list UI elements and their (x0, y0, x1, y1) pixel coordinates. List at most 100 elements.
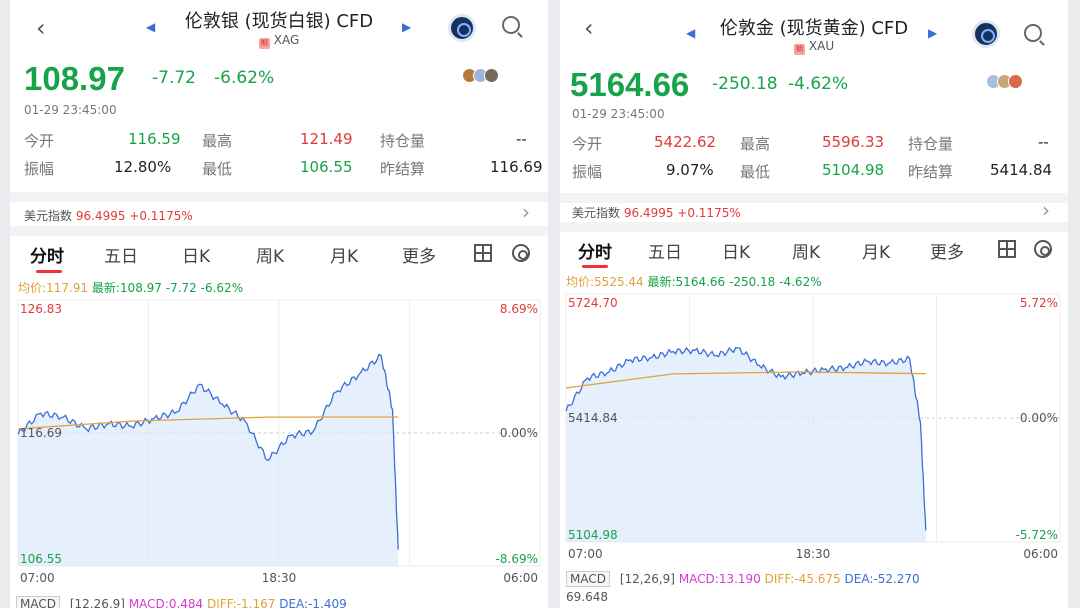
active-tab-indicator (582, 265, 608, 268)
active-tab-indicator (36, 270, 62, 273)
y-axis-bottom: 106.55 (20, 552, 62, 566)
macd-selector-button[interactable]: MACD (566, 571, 610, 587)
diff-value: DIFF:-1.167 (207, 597, 276, 608)
x-axis-end: 06:00 (1023, 547, 1058, 561)
chevron-right-icon[interactable]: › (1042, 198, 1050, 222)
pct-axis-top: 5.72% (1020, 296, 1058, 310)
followers-avatars[interactable] (462, 68, 499, 87)
latest-change-label: -7.72 (165, 281, 197, 295)
low-label: 最低 (740, 163, 771, 181)
low-value: 106.55 (300, 158, 353, 176)
amplitude-value: 12.80% (114, 158, 172, 176)
avg-price-label: 均价:5525.44 (566, 275, 644, 289)
gold-quote-panel: ‹ ◀ 伦敦金 (现货黄金) CFD 期 XAU ▶ 5164.66 -250.1… (560, 0, 1068, 608)
silver-intraday-chart[interactable]: 126.83 116.69 106.55 8.69% 0.00% -8.69% 07:00 1… (10, 296, 548, 588)
low-value: 5104.98 (822, 161, 885, 179)
usd-index[interactable]: 美元指数 96.4995 +0.1175% (24, 207, 193, 224)
chart-legend: 均价:5525.44 最新:5164.66 -250.18 -4.62% (566, 273, 822, 290)
tab-weekly[interactable]: 周K (792, 238, 820, 263)
futures-tag: 期 (258, 38, 270, 49)
app-logo-icon[interactable] (972, 20, 1000, 48)
last-price: 5164.66 (570, 66, 690, 103)
high-label: 最高 (202, 132, 233, 150)
next-instrument-icon[interactable]: ▶ (402, 20, 411, 34)
tab-daily[interactable]: 日K (182, 242, 210, 267)
chart-legend: 均价:117.91 最新:108.97 -7.72 -6.62% (18, 279, 243, 296)
dea-value: DEA:-1.409 (279, 597, 347, 608)
chevron-right-icon[interactable]: › (522, 200, 530, 224)
high-value: 5596.33 (822, 133, 885, 151)
prev-settle-label: 昨结算 (380, 160, 426, 178)
divider (10, 226, 548, 236)
search-icon[interactable] (1024, 24, 1042, 42)
silver-quote-panel: ‹ ◀ 伦敦银 (现货白银) CFD 期 XAG ▶ 108.97 -7.72 -… (10, 0, 548, 608)
macd-value: MACD:13.190 (678, 572, 761, 586)
open-value: 5422.62 (654, 133, 717, 151)
tab-weekly[interactable]: 周K (256, 242, 284, 267)
layout-grid-icon[interactable] (474, 244, 492, 262)
x-axis-mid: 18:30 (262, 571, 297, 585)
latest-pct-label: -6.62% (200, 281, 244, 295)
macd-params: [12,26,9] (69, 597, 125, 608)
app-logo-icon[interactable] (448, 14, 476, 42)
price-change-pct: -6.62% (214, 68, 275, 88)
search-icon[interactable] (502, 16, 520, 34)
divider (10, 192, 548, 202)
usd-index-change: +0.1175% (129, 209, 193, 223)
tab-5day[interactable]: 五日 (104, 242, 138, 267)
macd-selector-button[interactable]: MACD (16, 596, 60, 608)
usd-index[interactable]: 美元指数 96.4995 +0.1175% (572, 204, 741, 221)
open-label: 今开 (24, 132, 55, 150)
settings-icon[interactable] (512, 244, 530, 262)
oi-value: -- (1038, 133, 1049, 151)
macd-value: MACD:0.484 (128, 597, 204, 608)
latest-price-label: 最新:5164.66 (647, 275, 726, 289)
pct-axis-bottom: -8.69% (496, 552, 538, 566)
tab-daily[interactable]: 日K (722, 238, 750, 263)
dea-value: DEA:-52.270 (844, 572, 920, 586)
usd-index-change: +0.1175% (677, 206, 741, 220)
latest-pct-label: -4.62% (779, 275, 822, 289)
avatar (1008, 74, 1023, 89)
quote-time: 01-29 23:45:00 (572, 107, 665, 121)
tab-intraday[interactable]: 分时 (578, 238, 612, 263)
macd-indicator-bar: MACD [12,26,9] MACD:0.484 DIFF:-1.167 DE… (16, 596, 347, 608)
open-label: 今开 (572, 135, 603, 153)
tab-5day[interactable]: 五日 (648, 238, 682, 263)
price-change: -7.72 (152, 68, 196, 88)
tab-more[interactable]: 更多 (930, 238, 964, 263)
tab-intraday[interactable]: 分时 (30, 242, 64, 267)
y-axis-mid: 5414.84 (568, 411, 618, 425)
tab-more[interactable]: 更多 (402, 242, 436, 267)
x-axis-end: 06:00 (503, 571, 538, 585)
price-change: -250.18 (712, 74, 778, 94)
settings-icon[interactable] (1034, 240, 1052, 258)
x-axis-start: 07:00 (568, 547, 603, 561)
y-axis-top: 5724.70 (568, 296, 618, 310)
amplitude-value: 9.07% (666, 161, 714, 179)
low-label: 最低 (202, 160, 233, 178)
tab-monthly[interactable]: 月K (862, 238, 890, 263)
high-value: 121.49 (300, 130, 353, 148)
layout-grid-icon[interactable] (998, 240, 1016, 258)
macd-axis-value: 69.648 (566, 590, 608, 604)
pct-axis-bottom: -5.72% (1016, 528, 1058, 542)
followers-avatars[interactable] (986, 74, 1023, 93)
pct-axis-top: 8.69% (500, 302, 538, 316)
macd-indicator-bar: MACD [12,26,9] MACD:13.190 DIFF:-45.675 … (566, 571, 920, 587)
y-axis-bottom: 5104.98 (568, 528, 618, 542)
header: ‹ ◀ 伦敦金 (现货黄金) CFD 期 XAU ▶ (560, 0, 1068, 58)
next-instrument-icon[interactable]: ▶ (928, 26, 937, 40)
prev-settle-label: 昨结算 (908, 163, 954, 181)
usd-index-value: 96.4995 (75, 209, 126, 223)
stats-grid: 今开 5422.62 最高 5596.33 持仓量 -- 振幅 9.07% 最低… (572, 133, 1062, 189)
price-row: 5164.66 -250.18 -4.62% (560, 64, 1068, 108)
pct-axis-mid: 0.00% (500, 426, 538, 440)
y-axis-mid: 116.69 (20, 426, 62, 440)
tab-monthly[interactable]: 月K (330, 242, 358, 267)
screen: ‹ ◀ 伦敦银 (现货白银) CFD 期 XAG ▶ 108.97 -7.72 -… (0, 0, 1080, 608)
price-row: 108.97 -7.72 -6.62% (10, 58, 548, 102)
diff-value: DIFF:-45.675 (764, 572, 841, 586)
gold-intraday-chart[interactable]: 5724.70 5414.84 5104.98 5.72% 0.00% -5.72% 07:… (560, 290, 1068, 562)
oi-value: -- (516, 130, 527, 148)
